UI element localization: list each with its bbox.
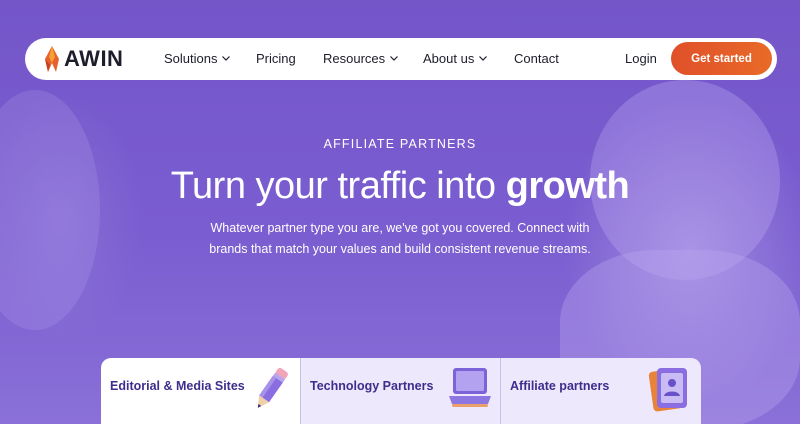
get-started-button[interactable]: Get started (671, 42, 772, 75)
pencil-icon (257, 367, 288, 408)
nav-contact[interactable]: Contact (514, 51, 559, 66)
top-navigation: AWIN Solutions Pricing Resources About u… (25, 38, 777, 80)
nav-pricing-label: Pricing (256, 51, 296, 66)
card-technology-partners-label: Technology Partners (310, 379, 434, 393)
nav-about-us-label: About us (423, 51, 475, 66)
nav-about-us[interactable]: About us (423, 51, 488, 66)
card-technology-partners[interactable]: Technology Partners (301, 358, 501, 424)
card-editorial-media-label: Editorial & Media Sites (110, 379, 245, 393)
login-link[interactable]: Login (625, 51, 657, 66)
hero-headline: Turn your traffic into growth (0, 165, 800, 208)
background-photo-shape (0, 90, 100, 330)
card-affiliate-partners[interactable]: Affiliate partners (501, 358, 701, 424)
nav-resources-label: Resources (323, 51, 386, 66)
nav-solutions[interactable]: Solutions (164, 51, 231, 66)
hero-eyebrow: AFFILIATE PARTNERS (323, 137, 477, 151)
hero-subtext: Whatever partner type you are, we've got… (209, 221, 591, 256)
card-affiliate-partners-label: Affiliate partners (510, 379, 610, 393)
card-editorial-media[interactable]: Editorial & Media Sites (101, 358, 301, 424)
hero-section: AWIN Solutions Pricing Resources About u… (0, 0, 800, 424)
partner-type-tabs: Editorial & Media Sites Technology Partn… (101, 358, 701, 424)
chevron-down-icon (479, 56, 488, 61)
nav-pricing[interactable]: Pricing (256, 51, 296, 66)
awin-logo[interactable]: AWIN (42, 44, 123, 74)
headline-bold: growth (505, 165, 630, 207)
chevron-down-icon (390, 56, 399, 61)
laptop-icon (449, 368, 491, 407)
nav-solutions-label: Solutions (164, 51, 218, 66)
profile-card-icon (648, 368, 687, 412)
nav-resources[interactable]: Resources (323, 51, 399, 66)
nav-contact-label: Contact (514, 51, 559, 66)
chevron-down-icon (222, 56, 231, 61)
awin-flame-icon (45, 46, 59, 72)
headline-regular: Turn your traffic into (170, 165, 506, 207)
brand-name: AWIN (64, 46, 124, 71)
